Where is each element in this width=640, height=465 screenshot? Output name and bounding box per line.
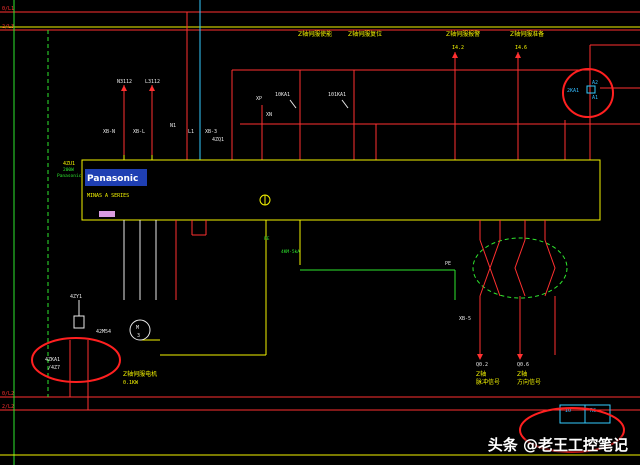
output-q06-axis: Z轴 <box>517 370 527 378</box>
motor-tag: 42M54 <box>96 329 111 335</box>
label-a2: A2 <box>592 80 598 86</box>
column-ref-ready: I4.6 <box>515 45 527 51</box>
output-q06: Q0.6 <box>517 362 529 368</box>
label-xb-l: XB-L <box>133 129 145 135</box>
label-xb-3: XB-3 <box>205 129 217 135</box>
brake-relay: 4ZY1 4ZKA1 /4Z7 <box>45 294 89 410</box>
motor-name: Z轴伺服电机 <box>123 370 157 378</box>
relay-ref: /4Z7 <box>48 365 60 371</box>
driver-sub2: Panasonic <box>57 173 82 179</box>
output-q02: Q0.2 <box>476 362 488 368</box>
watermark: 头条 @老王工控笔记 <box>487 436 628 454</box>
label-n1: N1 <box>170 123 176 129</box>
xb5-label: XB-5 <box>459 316 471 322</box>
schematic-canvas: 0/L1 2/L3 0/L2 2/L2 Z轴伺服使能 Z轴伺服复位 Z轴伺服报警… <box>0 0 640 465</box>
input-labels: N3112 L3112 XB-N XB-L N1 L1 XB-3 10KA1 1… <box>103 79 598 143</box>
pe-label-1: PE <box>264 236 270 242</box>
label-l1: L1 <box>188 129 194 135</box>
servo-driver: Panasonic MINAS A SERIES 4ZU1 200W Panas… <box>57 155 601 221</box>
twisted-pair <box>472 220 568 355</box>
driver-sub1: 200W <box>63 167 74 173</box>
pe-label-2: PE <box>445 261 451 267</box>
label-l3112: L3112 <box>145 79 160 85</box>
output-q06-name: 方向信号 <box>517 378 541 386</box>
relay-tag: 4ZKA1 <box>45 357 60 363</box>
label-n3112: N3112 <box>117 79 132 85</box>
rail-label-top: 0/L1 <box>2 6 14 12</box>
driver-brand: Panasonic <box>87 174 138 184</box>
label-2ka1: 2KA1 <box>567 88 579 94</box>
highlight-marks <box>31 68 625 453</box>
label-a1: A1 <box>592 95 598 101</box>
column-titles: Z轴伺服使能 Z轴伺服复位 Z轴伺服报警 I4.2 Z轴伺服准备 I4.6 <box>298 30 544 51</box>
column-title-alarm: Z轴伺服报警 <box>446 30 480 38</box>
driver-tag: 4ZU1 <box>63 161 75 167</box>
label-xp: XP <box>256 96 262 102</box>
pe-label-sub: 4KM-5kA <box>281 249 300 255</box>
brake-tag: 4ZY1 <box>70 294 82 300</box>
motor-power: 0.1KW <box>123 380 139 386</box>
rail-label-bottom: 0/L2 <box>2 391 14 397</box>
label-101ka1: 101KA1 <box>328 92 346 98</box>
driver-series: MINAS A SERIES <box>87 193 129 199</box>
motor-phase: 3 <box>137 333 140 339</box>
rail-label-top-2: 2/L3 <box>2 24 14 30</box>
outputs: Q0.2 Z轴 脉冲信号 Q0.6 Z轴 方向信号 <box>476 354 541 386</box>
label-xb-n: XB-N <box>103 129 115 135</box>
output-q02-axis: Z轴 <box>476 370 486 378</box>
pe-labels: PE 4KM-5kA PE XB-5 <box>264 236 471 322</box>
column-title-enable: Z轴伺服使能 <box>298 30 332 38</box>
motor-symbol: M <box>136 325 139 331</box>
column-ref-alarm: I4.2 <box>452 45 464 51</box>
label-10ka1: 10KA1 <box>275 92 290 98</box>
motor-wiring: M 3 42M54 Z轴伺服电机 0.1KW <box>96 220 301 386</box>
column-title-reset: Z轴伺服复位 <box>348 30 382 38</box>
rail-label-bottom-2: 2/L2 <box>2 404 14 410</box>
output-q02-name: 脉冲信号 <box>476 378 500 386</box>
label-xn: XN <box>266 112 272 118</box>
column-title-ready: Z轴伺服准备 <box>510 30 544 38</box>
label-4zq1: 4ZQ1 <box>212 137 224 143</box>
